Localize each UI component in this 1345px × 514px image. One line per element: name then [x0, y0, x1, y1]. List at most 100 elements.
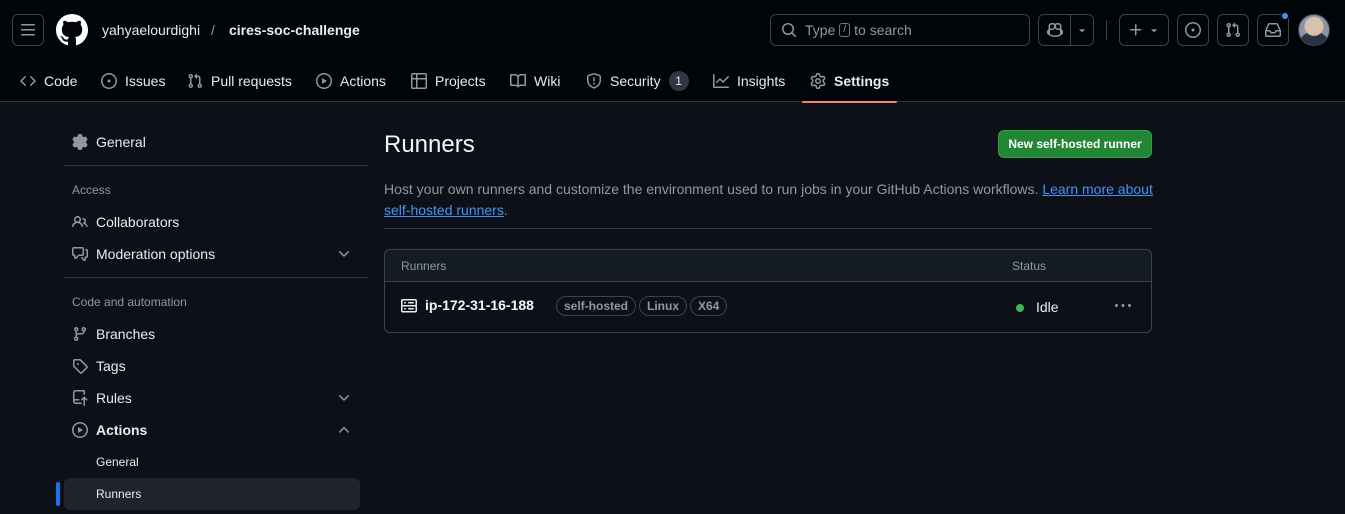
github-logo-icon[interactable] [56, 14, 88, 46]
people-icon [72, 215, 88, 228]
create-new-button[interactable] [1119, 14, 1169, 46]
issue-opened-icon [101, 73, 117, 89]
tab-actions[interactable]: Actions [316, 60, 386, 102]
tab-label: Insights [737, 73, 786, 89]
runner-menu-button[interactable] [1111, 294, 1135, 318]
search-input[interactable]: Type / to search [770, 14, 1030, 46]
sidebar-item-label: Collaborators [96, 214, 180, 230]
tab-label: Settings [834, 73, 890, 89]
tab-issues[interactable]: Issues [101, 60, 165, 102]
git-branch-icon [73, 327, 86, 342]
tab-label: Actions [340, 73, 386, 89]
tab-code[interactable]: Code [20, 60, 77, 102]
page-description: Host your own runners and customize the … [384, 179, 1154, 221]
git-pull-request-icon [1226, 22, 1241, 38]
description-text: Host your own runners and customize the … [384, 181, 1043, 197]
table-icon [411, 73, 427, 89]
sidebar-item-moderation-options[interactable]: Moderation options [64, 238, 360, 270]
book-icon [510, 73, 526, 88]
sidebar-item-label: Branches [96, 326, 156, 342]
tab-settings[interactable]: Settings [802, 60, 898, 103]
tab-label: Pull requests [211, 73, 292, 89]
new-self-hosted-runner-button[interactable]: New self-hosted runner [998, 130, 1152, 158]
sidebar-item-label: Rules [96, 390, 132, 406]
security-count-badge: 1 [668, 71, 689, 91]
runner-label: X64 [690, 296, 728, 316]
sidebar-item-label: General [96, 455, 139, 469]
triangle-down-icon[interactable] [1071, 24, 1093, 36]
inbox-icon [1265, 23, 1281, 37]
tab-security[interactable]: Security 1 [586, 60, 689, 102]
tab-projects[interactable]: Projects [411, 60, 486, 102]
active-tab-indicator [802, 101, 898, 103]
runner-status: Idle [1036, 299, 1059, 315]
git-pull-request-icon [188, 73, 203, 89]
menu-button[interactable] [12, 14, 44, 46]
server-icon [401, 298, 417, 314]
breadcrumb-separator: / [211, 22, 215, 38]
tab-label: Issues [125, 73, 166, 89]
code-icon [20, 75, 36, 87]
sidebar-subitem-actions-runners[interactable]: Runners [64, 478, 360, 510]
kebab-horizontal-icon [1115, 304, 1131, 307]
comment-discussion-icon [72, 247, 88, 261]
tab-wiki[interactable]: Wiki [510, 60, 560, 102]
column-header-runners: Runners [401, 259, 447, 273]
sidebar-item-label: Moderation options [96, 246, 216, 262]
status-dot-icon [1016, 304, 1024, 312]
sidebar-item-actions[interactable]: Actions [64, 414, 360, 446]
issues-button[interactable] [1177, 14, 1209, 46]
breadcrumb-repo[interactable]: cires-soc-challenge [229, 21, 360, 39]
table-header: Runners Status [385, 250, 1151, 282]
copilot-icon [1039, 22, 1070, 38]
plus-icon [1130, 24, 1142, 36]
sidebar-heading-access: Access [72, 183, 111, 197]
play-icon [316, 73, 332, 89]
repo-push-icon [73, 390, 88, 406]
tab-label: Code [44, 73, 78, 89]
hamburger-icon [21, 24, 35, 36]
user-avatar[interactable] [1298, 14, 1330, 46]
sidebar-item-branches[interactable]: Branches [64, 318, 360, 350]
pull-requests-button[interactable] [1217, 14, 1249, 46]
gear-icon [810, 73, 826, 89]
current-item-indicator [56, 482, 60, 506]
gear-icon [72, 134, 88, 150]
description-end: . [503, 202, 508, 218]
sidebar-item-label: General [96, 134, 146, 150]
sidebar-divider [64, 277, 368, 278]
section-divider [384, 228, 1152, 229]
sidebar-subitem-actions-general[interactable]: General [64, 446, 360, 478]
column-header-status: Status [1012, 259, 1047, 273]
runner-name-link[interactable]: ip-172-31-16-188 [425, 297, 534, 313]
play-icon [72, 422, 88, 438]
triangle-down-icon [1151, 29, 1157, 33]
graph-icon [713, 74, 729, 88]
shield-icon [587, 73, 601, 89]
copilot-button[interactable] [1038, 14, 1094, 46]
sidebar-item-tags[interactable]: Tags [64, 350, 360, 382]
table-row: ip-172-31-16-188 self-hosted Linux X64 I… [385, 282, 1151, 332]
search-placeholder-suffix: to search [854, 22, 912, 38]
header-divider [1106, 20, 1107, 40]
breadcrumb-owner[interactable]: yahyaelourdighi [102, 21, 200, 39]
top-bar: yahyaelourdighi / cires-soc-challenge Ty… [0, 0, 1345, 60]
repo-nav: Code Issues Pull requests Actions Projec… [0, 60, 1345, 103]
tab-pull-requests[interactable]: Pull requests [187, 60, 292, 102]
page-title: Runners [384, 131, 475, 158]
chevron-down-icon [339, 251, 349, 257]
sidebar-item-collaborators[interactable]: Collaborators [64, 206, 360, 238]
runners-table: Runners Status ip-172-31-16-188 self-hos… [384, 249, 1152, 333]
notification-indicator [1281, 12, 1289, 20]
chevron-up-icon [339, 427, 349, 433]
tab-insights[interactable]: Insights [713, 60, 785, 102]
tab-label: Projects [435, 73, 486, 89]
runner-label: self-hosted [556, 296, 637, 316]
sidebar-item-general[interactable]: General [64, 126, 360, 158]
sidebar-divider [64, 165, 368, 166]
search-icon [782, 23, 797, 38]
runner-label: Linux [639, 296, 687, 316]
tab-label: Wiki [534, 73, 561, 89]
chevron-down-icon [339, 395, 349, 401]
sidebar-item-rules[interactable]: Rules [64, 382, 360, 414]
